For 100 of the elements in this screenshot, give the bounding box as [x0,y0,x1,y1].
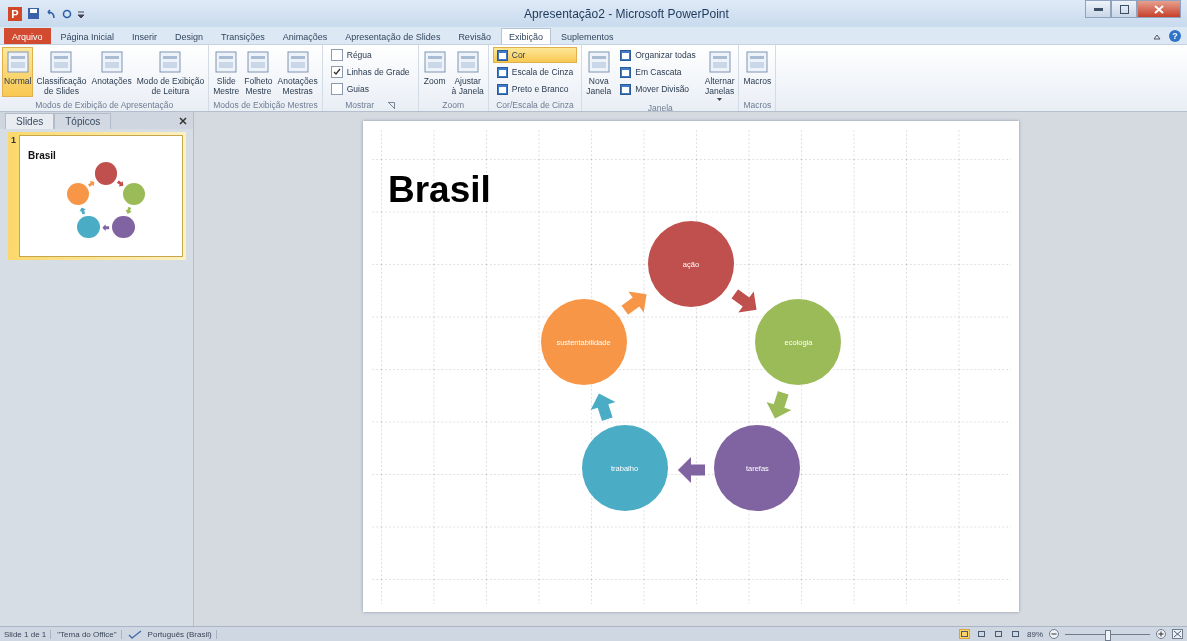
theme-name: "Tema do Office" [57,629,122,639]
ribbon-tab[interactable]: Design [167,28,212,44]
layout-icon [422,50,447,74]
close-icon[interactable] [179,117,187,125]
minimize-button[interactable] [1085,0,1111,18]
dialog-launcher-icon[interactable] [388,101,396,109]
minimize-icon [1093,7,1103,11]
group-label: Modos de Exibição de Apresentação [35,100,174,110]
group-label: Mostrar [345,100,375,110]
ribbon-tab[interactable]: Inserir [124,28,166,44]
layout-icon [246,50,271,74]
checkbox-option[interactable]: Régua [326,47,414,63]
panel-tab[interactable]: Slides [5,113,55,129]
layout-icon [586,50,611,74]
slide-thumbnail[interactable]: Brasil [19,135,183,257]
thumbnail-title: Brasil [28,150,56,161]
circle-node [77,215,100,239]
menu-button[interactable]: Mover Divisão [616,81,700,97]
view-button[interactable]: Anotações [89,47,134,97]
menu-button[interactable]: Preto e Branco [492,81,578,97]
menu-button[interactable]: Cor [492,47,578,63]
view-mode-button[interactable] [959,629,970,639]
group-label: Janela [647,103,673,113]
fit-to-window-icon[interactable] [1172,629,1183,639]
ribbon-tab[interactable]: Revisão [450,28,499,44]
app-logo: P [8,6,22,21]
file-tab[interactable]: Arquivo [4,28,51,44]
window-icon [496,83,508,95]
checkbox[interactable] [330,49,343,61]
collapse-ribbon-icon[interactable] [1153,34,1161,40]
view-button[interactable]: Nova Janela [584,47,614,98]
ribbon-tab[interactable]: Exibição [500,28,551,44]
view-button[interactable]: Normal [2,47,34,97]
checkbox[interactable] [330,83,343,95]
window-icon [620,83,632,95]
close-button[interactable] [1137,0,1181,18]
checkbox-option[interactable]: Linhas de Grade [326,64,414,80]
arrow-icon [86,178,97,189]
group-label: Cor/Escala de Cinza [496,100,574,110]
view-mode-button[interactable] [1010,629,1021,639]
ribbon-tab[interactable]: Suplementos [552,28,622,44]
slide-thumbnail-row[interactable]: 1 Brasil [8,132,186,260]
view-button[interactable]: Folheto Mestre [242,47,275,98]
view-button[interactable]: Zoom [420,47,449,97]
spellcheck-icon[interactable] [127,629,142,639]
undo-icon[interactable] [45,8,56,19]
menu-button[interactable]: Escala de Cinza [492,64,578,80]
menu-button[interactable]: Em Cascata [616,64,700,80]
arrow-icon [124,205,134,216]
view-button[interactable]: Alternar Janelas [702,47,737,103]
arrow-icon [102,223,110,232]
layout-icon [707,50,732,74]
restore-button[interactable] [1111,0,1137,18]
window-icon [620,49,632,61]
ribbon-tab[interactable]: Página Inicial [52,28,123,44]
view-mode-button[interactable] [993,629,1004,639]
ribbon-tab[interactable]: Transições [213,28,273,44]
language-label[interactable]: Português (Brasil) [147,629,217,639]
layout-icon [745,50,770,74]
zoom-slider-thumb[interactable] [1104,629,1111,641]
zoom-in-icon[interactable] [1156,629,1166,639]
layout-icon [158,50,183,74]
layout-icon [49,50,74,74]
window-title: Apresentação2 - Microsoft PowerPoint [524,6,729,21]
view-button[interactable]: Classificação de Slides [34,47,89,98]
restore-icon [1119,4,1129,14]
ribbon-tab[interactable]: Apresentação de Slides [337,28,449,44]
layout-icon [455,50,480,74]
circle-node [112,215,135,239]
arrow-icon [78,205,88,216]
slide-number: 1 [11,135,16,147]
close-icon [1154,4,1164,14]
view-button[interactable]: Modo de Exibição de Leitura [134,47,207,98]
customize-icon[interactable] [78,9,84,18]
checkbox-option[interactable]: Guias [326,81,414,97]
help-button[interactable]: ? [1169,30,1181,42]
slide-counter: Slide 1 de 1 [4,629,52,639]
view-button[interactable]: Macros [741,47,774,97]
group-label: Zoom [442,100,465,110]
panel-tab[interactable]: Tópicos [54,113,112,129]
group-label: Modos de Exibição Mestres [213,100,318,110]
menu-button[interactable]: Organizar todas [616,47,700,63]
arrow-icon [115,178,126,189]
view-button[interactable]: Ajustar à Janela [449,47,486,98]
group-label: Macros [743,100,772,110]
zoom-out-icon[interactable] [1049,629,1059,639]
save-icon[interactable] [28,8,39,19]
window-icon [496,66,508,78]
window-icon [496,49,508,61]
arrow-icon [677,456,705,484]
slide-title: Brasil [388,169,491,211]
circle-node [122,182,146,206]
checkbox[interactable] [330,66,343,78]
view-mode-button[interactable] [976,629,987,639]
view-button[interactable]: Slide Mestre [211,47,242,98]
layout-icon [99,50,124,74]
circle-node [94,162,118,185]
ribbon-tab[interactable]: Animações [274,28,336,44]
zoom-percentage[interactable]: 89% [1027,629,1043,639]
view-button[interactable]: Anotações Mestras [275,47,320,98]
